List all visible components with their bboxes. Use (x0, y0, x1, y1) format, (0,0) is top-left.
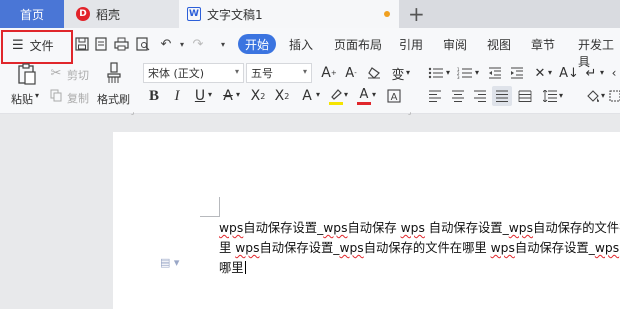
svg-text:A: A (391, 92, 398, 103)
distributed-icon[interactable] (517, 88, 533, 104)
sort-icon[interactable]: A↓ (559, 65, 579, 81)
paragraph-handle-icon[interactable]: ▤ ▾ (160, 256, 179, 269)
highlight-dropdown-icon[interactable]: ▾ (344, 90, 348, 99)
text-effect-icon[interactable]: A (298, 87, 316, 105)
chinese-layout-icon[interactable]: ✕ (532, 65, 548, 81)
copy-icon[interactable] (49, 88, 63, 102)
show-marks-icon[interactable]: ↵ (583, 65, 599, 81)
line-spacing-icon[interactable] (542, 88, 558, 104)
highlight-color-icon[interactable] (328, 86, 344, 106)
numbered-dropdown-icon[interactable]: ▾ (475, 68, 479, 77)
font-size-value: 五号 (251, 67, 273, 80)
menu-chapter[interactable]: 章节 (531, 36, 555, 53)
text-line: wps自动保存设置_wps自动保存 wps 自动保存设置_wps自动保存的文件在 (219, 221, 620, 235)
undo-dropdown-icon[interactable]: ▾ (174, 36, 190, 52)
daoke-logo-icon: D (76, 7, 90, 21)
text-caret (244, 261, 246, 274)
undo-icon[interactable]: ↶ (158, 36, 174, 52)
new-tab-icon[interactable]: + (408, 2, 425, 26)
bullet-list-icon[interactable] (427, 65, 445, 81)
font-color-icon[interactable]: A (356, 86, 372, 106)
menu-view[interactable]: 视图 (487, 36, 511, 53)
italic-icon[interactable]: I (169, 87, 185, 105)
unsaved-dot-icon (384, 11, 390, 17)
grow-font-icon[interactable]: A + (321, 65, 337, 81)
tab-document-label: 文字文稿1 (207, 7, 263, 22)
shrink-font-icon[interactable]: A- (343, 65, 359, 81)
more-icon[interactable]: ‹ (609, 65, 619, 81)
tab-daoke[interactable]: D 稻壳 (64, 0, 179, 28)
tab-daoke-label: 稻壳 (96, 7, 121, 22)
chinese-layout-dropdown-icon[interactable]: ▾ (548, 68, 552, 77)
shading-icon[interactable] (585, 88, 601, 104)
text-line: 里 wps自动保存设置_wps自动保存的文件在哪里 wps自动保存设置_wps自 (219, 241, 620, 255)
tab-home-label: 首页 (19, 7, 44, 22)
font-size-select[interactable]: 五号 ▾ (246, 63, 312, 83)
menu-page-layout[interactable]: 页面布局 (334, 36, 382, 53)
font-name-value: 宋体 (正文) (148, 67, 205, 80)
print-icon[interactable] (113, 36, 129, 52)
clear-format-icon[interactable] (366, 65, 382, 81)
redo-icon[interactable]: ↷ (190, 36, 206, 52)
line-spacing-dropdown-icon[interactable]: ▾ (559, 91, 563, 100)
save-icon[interactable] (74, 36, 90, 52)
shading-dropdown-icon[interactable]: ▾ (601, 91, 605, 100)
text-line-3: 哪里 (219, 261, 244, 275)
font-color-dropdown-icon[interactable]: ▾ (372, 90, 376, 99)
increase-indent-icon[interactable] (509, 65, 525, 81)
menu-review[interactable]: 审阅 (443, 36, 467, 53)
subscript-icon[interactable]: X2 (273, 87, 291, 105)
tab-home[interactable]: 首页 (0, 0, 64, 28)
paste-icon[interactable] (16, 62, 38, 86)
tab-bar: 首页 D 稻壳 W 文字文稿1 × + (0, 0, 620, 28)
customize-dropdown-icon[interactable]: ▾ (215, 36, 231, 52)
show-marks-dropdown-icon[interactable]: ▾ (600, 68, 604, 77)
menu-start[interactable]: 开始 (238, 34, 276, 54)
chevron-down-icon: ▾ (302, 67, 307, 76)
print-preview-icon[interactable] (135, 36, 151, 52)
cut-label[interactable]: 剪切 (67, 67, 89, 83)
decrease-indent-icon[interactable] (487, 65, 503, 81)
writer-doc-icon: W (187, 7, 201, 21)
paste-dropdown-icon[interactable]: ▾ (35, 91, 39, 100)
format-painter-icon[interactable] (104, 61, 124, 85)
menu-references[interactable]: 引用 (399, 36, 423, 53)
strikethrough-icon[interactable]: A (220, 87, 236, 105)
file-menu-button[interactable]: ☰ 文件 (6, 34, 68, 56)
superscript-icon[interactable]: X2 (249, 87, 267, 105)
phonetic-dropdown-icon[interactable]: ▾ (406, 68, 410, 77)
numbered-list-icon[interactable]: 123 (456, 65, 474, 81)
bold-icon[interactable]: B (146, 87, 162, 105)
character-border-icon[interactable]: A (386, 87, 402, 105)
export-pdf-icon[interactable] (93, 36, 109, 52)
format-painter-label[interactable]: 格式刷 (97, 91, 130, 107)
copy-label[interactable]: 复制 (67, 90, 89, 106)
hamburger-icon: ☰ (12, 37, 24, 53)
font-name-select[interactable]: 宋体 (正文) ▾ (143, 63, 244, 83)
svg-text:3: 3 (457, 75, 460, 79)
strikethrough-dropdown-icon[interactable]: ▾ (236, 90, 240, 99)
tab-document[interactable]: W 文字文稿1 (179, 0, 399, 28)
underline-icon[interactable]: U (192, 87, 208, 105)
justify-icon[interactable] (492, 86, 512, 106)
text-effect-dropdown-icon[interactable]: ▾ (316, 90, 320, 99)
bullet-dropdown-icon[interactable]: ▾ (446, 68, 450, 77)
underline-dropdown-icon[interactable]: ▾ (208, 90, 212, 99)
phonetic-guide-icon[interactable]: 变 (390, 65, 406, 83)
menu-insert[interactable]: 插入 (289, 36, 313, 53)
scissors-icon[interactable]: ✂ (49, 66, 63, 81)
chevron-down-icon: ▾ (234, 67, 239, 76)
border-icon[interactable] (609, 88, 620, 104)
align-left-icon[interactable] (427, 88, 443, 104)
text-line: 哪里 (219, 258, 620, 278)
menu-start-label: 开始 (244, 37, 269, 52)
align-right-icon[interactable] (472, 88, 488, 104)
document-body-text[interactable]: wps自动保存设置_wps自动保存 wps 自动保存设置_wps自动保存的文件在… (219, 218, 620, 278)
ribbon: ☰ 文件 ↶ ▾ ↷ ▾ 开始 插入 页面布局 引用 审阅 视图 章节 开发工具… (0, 28, 620, 116)
paste-label[interactable]: 粘贴 (11, 91, 33, 107)
file-menu-label: 文件 (29, 38, 54, 53)
align-center-icon[interactable] (450, 88, 466, 104)
margin-corner-mark (200, 197, 220, 217)
